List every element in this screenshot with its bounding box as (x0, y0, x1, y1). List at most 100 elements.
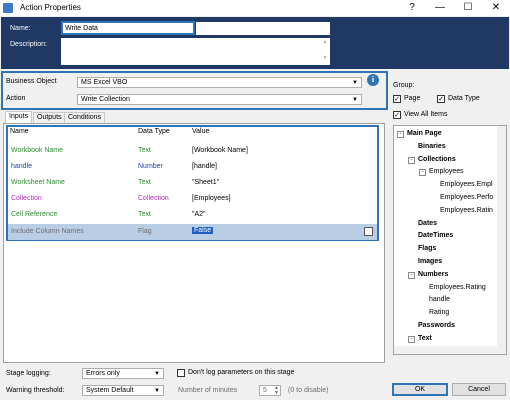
tree-node[interactable]: Dates (418, 220, 437, 227)
name-input[interactable]: Write Data (61, 21, 195, 35)
tab-inputs[interactable]: Inputs (5, 111, 33, 123)
tree-node[interactable]: Rating (429, 309, 449, 316)
tree-node[interactable]: Employees.Perfo (440, 194, 493, 201)
table-row[interactable]: handle Number [handle] (8, 159, 377, 175)
minimize-button[interactable]: — (426, 1, 454, 15)
help-button[interactable]: ? (398, 1, 426, 15)
view-all-checkbox-label: View All Items (404, 111, 448, 118)
tree-expander-icon[interactable]: - (408, 335, 415, 343)
page-checkbox[interactable]: ✓ (393, 95, 401, 103)
expression-editor-icon[interactable] (364, 227, 373, 236)
row-type: Flag (138, 228, 152, 235)
tab-conditions[interactable]: Conditions (64, 112, 106, 123)
row-value[interactable]: [Workbook Name] (192, 147, 248, 154)
window-title: Action Properties (20, 3, 81, 12)
business-object-label: Business Object (6, 78, 57, 85)
view-all-checkbox[interactable]: ✓ (393, 111, 401, 119)
cancel-button[interactable]: Cancel (452, 383, 506, 396)
warning-threshold-value: System Default (86, 387, 134, 394)
chevron-down-icon: ▼ (352, 80, 358, 86)
tree-node[interactable]: Binaries (418, 143, 446, 150)
info-icon[interactable]: i (367, 74, 379, 86)
tree-node[interactable]: Passwords (418, 322, 455, 329)
minutes-stepper[interactable]: 5 ▲ ▼ (259, 385, 281, 396)
column-header-value: Value (192, 128, 210, 135)
chevron-down-icon: ▼ (154, 388, 160, 394)
group-label: Group: (393, 82, 415, 89)
business-object-value: MS Excel VBO (81, 79, 128, 86)
tree-node[interactable]: handle (429, 296, 450, 303)
action-label: Action (6, 95, 26, 102)
row-type: Text (138, 179, 151, 186)
tree-node[interactable]: Collections (418, 156, 456, 163)
stage-logging-value: Errors only (86, 370, 120, 377)
minutes-label: Number of minutes (178, 387, 238, 394)
tree-expander-icon[interactable]: - (397, 131, 404, 138)
table-row[interactable]: Collection Collection [Employees] (8, 191, 377, 207)
name-input-extension[interactable] (196, 22, 330, 35)
tab-outputs[interactable]: Outputs (33, 112, 66, 123)
row-name: handle (11, 163, 33, 170)
description-label: Description: (10, 41, 47, 48)
tree-node[interactable]: Employees.Ratin (440, 207, 493, 214)
row-type: Collection (138, 195, 169, 202)
tree-node[interactable]: Numbers (418, 271, 448, 278)
tree-horizontal-scrollbar[interactable] (394, 346, 506, 354)
row-value[interactable]: "Sheet1" (192, 179, 219, 186)
description-input[interactable] (61, 38, 330, 65)
disable-hint: (0 to disable) (288, 387, 329, 394)
warning-threshold-label: Warning threshold: (6, 387, 65, 394)
chevron-down-icon: ▼ (154, 371, 160, 377)
action-value: Write Collection (81, 96, 130, 103)
action-select[interactable]: Write Collection ▼ (77, 94, 362, 105)
row-name: Workbook Name (11, 147, 64, 154)
row-name: Cell Reference (11, 211, 58, 218)
spinner-icon: ▲ ▼ (274, 385, 279, 396)
tree-node[interactable]: Employees.Empl (440, 181, 493, 188)
row-value[interactable]: "A2" (192, 211, 206, 218)
column-header-data-type: Data Type (138, 128, 170, 135)
data-type-checkbox-label: Data Type (448, 95, 480, 102)
tree-expander-icon[interactable]: - (408, 156, 415, 164)
tree-expander-icon[interactable]: - (408, 271, 415, 279)
page-checkbox-label: Page (404, 95, 421, 102)
row-type: Text (138, 147, 151, 154)
row-type: Text (138, 211, 151, 218)
table-row[interactable]: Cell Reference Text "A2" (8, 207, 377, 223)
row-name: Collection (11, 195, 42, 202)
tree-node[interactable]: Employees (429, 168, 464, 175)
stage-logging-select[interactable]: Errors only ▼ (82, 368, 164, 379)
description-scrollbar[interactable]: ▲ ▼ (320, 38, 330, 65)
maximize-button[interactable]: ☐ (454, 1, 482, 15)
data-type-checkbox[interactable]: ✓ (437, 95, 445, 103)
name-label: Name: (10, 25, 31, 32)
table-row-selected[interactable]: Include Column Names Flag False (8, 224, 377, 240)
row-type: Number (138, 163, 163, 170)
row-name: Include Column Names (11, 228, 84, 235)
tree-node[interactable]: DateTimes (418, 232, 453, 239)
app-icon (3, 3, 13, 13)
tree-node[interactable]: Main Page (407, 130, 442, 137)
tree-node[interactable]: Flags (418, 245, 436, 252)
warning-threshold-select[interactable]: System Default ▼ (82, 385, 164, 396)
close-button[interactable]: ✕ (482, 1, 510, 15)
table-row[interactable]: Workbook Name Text [Workbook Name] (8, 143, 377, 159)
dont-log-label: Don't log parameters on this stage (188, 369, 295, 376)
column-header-name: Name (10, 128, 29, 135)
minutes-value: 5 (263, 387, 267, 394)
dont-log-checkbox[interactable] (177, 369, 185, 377)
row-value[interactable]: [handle] (192, 163, 217, 170)
tree-vertical-scrollbar[interactable] (497, 126, 506, 353)
row-value[interactable]: [Employees] (192, 195, 231, 202)
tree-expander-icon[interactable]: - (419, 169, 426, 177)
row-value-editor[interactable]: False (192, 227, 214, 234)
tree-node[interactable]: Text (418, 335, 432, 342)
row-name: Worksheet Name (11, 179, 65, 186)
chevron-down-icon: ▼ (352, 97, 358, 103)
tree-node[interactable]: Images (418, 258, 442, 265)
tree-node[interactable]: Employees.Rating (429, 284, 486, 291)
ok-button[interactable]: OK (392, 383, 448, 396)
business-object-select[interactable]: MS Excel VBO ▼ (77, 77, 362, 88)
table-row[interactable]: Worksheet Name Text "Sheet1" (8, 175, 377, 191)
stage-logging-label: Stage logging: (6, 370, 51, 377)
